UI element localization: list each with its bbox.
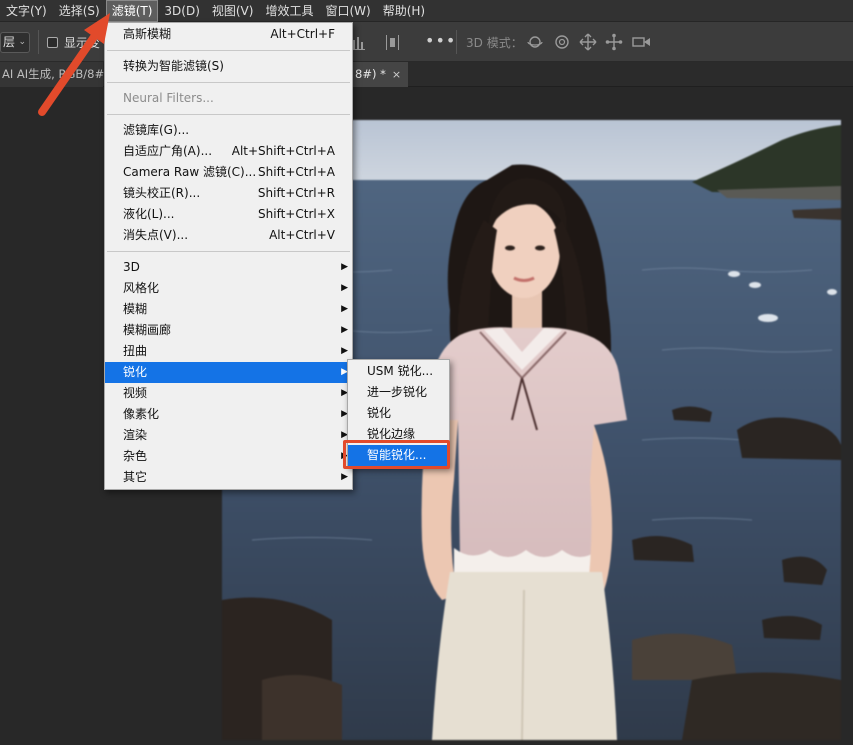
- menu-separator: [107, 251, 350, 252]
- menu-item-3d[interactable]: 3D ▶: [105, 257, 352, 278]
- menu-plugins[interactable]: 增效工具: [259, 0, 319, 22]
- submenu-arrow-icon: ▶: [341, 283, 348, 293]
- menu-item-blur-gallery[interactable]: 模糊画廊 ▶: [105, 320, 352, 341]
- menu-item-label: 锐化边缘: [367, 427, 416, 441]
- menu-item-label: Camera Raw 滤镜(C)...: [123, 165, 257, 179]
- submenu-item-sharpen-more[interactable]: 进一步锐化: [348, 382, 449, 403]
- menu-item-shortcut: Alt+Ctrl+F: [270, 27, 335, 41]
- menu-item-stylize[interactable]: 风格化 ▶: [105, 278, 352, 299]
- menu-item-convert-smart-filter[interactable]: 转换为智能滤镜(S): [105, 56, 352, 77]
- menu-item-video[interactable]: 视频 ▶: [105, 383, 352, 404]
- pan-3d-icon[interactable]: [579, 33, 597, 51]
- layer-select[interactable]: 层 ⌄: [0, 32, 30, 53]
- menu-item-filter-gallery[interactable]: 滤镜库(G)...: [105, 120, 352, 141]
- menu-item-label: 锐化: [367, 406, 392, 420]
- video-camera-3d-icon[interactable]: [631, 33, 651, 51]
- mode-3d-label: 3D 模式：: [466, 36, 523, 50]
- chevron-down-icon: ⌄: [18, 37, 26, 47]
- menu-item-noise[interactable]: 杂色 ▶: [105, 446, 352, 467]
- menu-item-label: 其它: [123, 470, 148, 484]
- menu-filter[interactable]: 滤镜(T): [105, 0, 159, 22]
- menu-item-label: 渲染: [123, 428, 148, 442]
- menu-item-neural-filters: Neural Filters...: [105, 88, 352, 109]
- submenu-arrow-icon: ▶: [341, 472, 348, 482]
- menu-select[interactable]: 选择(S): [53, 0, 106, 22]
- tab-label: AI AI生成, RGB/8#): [2, 67, 109, 81]
- menu-type[interactable]: 文字(Y): [0, 0, 53, 22]
- show-transform-label: 显示变: [64, 36, 101, 50]
- menu-item-camera-raw[interactable]: Camera Raw 滤镜(C)... Shift+Ctrl+A: [105, 162, 352, 183]
- filter-menu-dropdown: 高斯模糊 Alt+Ctrl+F 转换为智能滤镜(S) Neural Filter…: [104, 22, 353, 490]
- menu-item-label: 自适应广角(A)...: [123, 144, 213, 158]
- menu-item-label: 视频: [123, 386, 148, 400]
- submenu-item-sharpen[interactable]: 锐化: [348, 403, 449, 424]
- menu-item-label: 液化(L)...: [123, 207, 175, 221]
- menu-item-pixelate[interactable]: 像素化 ▶: [105, 404, 352, 425]
- close-icon[interactable]: ×: [392, 62, 401, 87]
- submenu-item-smart-sharpen[interactable]: 智能锐化...: [348, 445, 449, 466]
- menu-item-other[interactable]: 其它 ▶: [105, 467, 352, 488]
- menu-item-label: USM 锐化...: [367, 364, 434, 378]
- more-options-icon[interactable]: •••: [425, 31, 456, 50]
- menu-item-adaptive-wide-angle[interactable]: 自适应广角(A)... Alt+Shift+Ctrl+A: [105, 141, 352, 162]
- menu-3d[interactable]: 3D(D): [158, 0, 205, 22]
- sharpen-submenu: USM 锐化... 进一步锐化 锐化 锐化边缘 智能锐化...: [347, 359, 450, 468]
- distribute-bottom-icon[interactable]: [352, 34, 366, 50]
- divider: [38, 30, 39, 54]
- submenu-item-unsharp-mask[interactable]: USM 锐化...: [348, 361, 449, 382]
- menu-item-shortcut: Shift+Ctrl+A: [258, 165, 335, 179]
- menu-item-gaussian-blur[interactable]: 高斯模糊 Alt+Ctrl+F: [105, 24, 352, 45]
- submenu-arrow-icon: ▶: [341, 325, 348, 335]
- menu-item-label: 镜头校正(R)...: [123, 186, 201, 200]
- menu-item-label: 高斯模糊: [123, 27, 172, 41]
- menu-item-label: 进一步锐化: [367, 385, 428, 399]
- submenu-arrow-icon: ▶: [341, 262, 348, 272]
- menu-item-label: 消失点(V)...: [123, 228, 189, 242]
- menu-item-label: 模糊: [123, 302, 148, 316]
- menu-item-liquify[interactable]: 液化(L)... Shift+Ctrl+X: [105, 204, 352, 225]
- document-tab[interactable]: AI AI生成, RGB/8#): [0, 62, 109, 87]
- menu-window[interactable]: 窗口(W): [319, 0, 376, 22]
- menu-item-shortcut: Shift+Ctrl+R: [257, 186, 335, 200]
- submenu-item-sharpen-edges[interactable]: 锐化边缘: [348, 424, 449, 445]
- menu-item-blur[interactable]: 模糊 ▶: [105, 299, 352, 320]
- menu-help[interactable]: 帮助(H): [377, 0, 431, 22]
- menu-item-sharpen[interactable]: 锐化 ▶: [105, 362, 352, 383]
- menu-bar: 文字(Y) 选择(S) 滤镜(T) 3D(D) 视图(V) 增效工具 窗口(W)…: [0, 0, 853, 22]
- menu-item-label: 转换为智能滤镜(S): [123, 59, 224, 73]
- menu-separator: [107, 114, 350, 115]
- menu-item-shortcut: Alt+Shift+Ctrl+A: [231, 144, 335, 158]
- menu-item-label: 锐化: [123, 365, 148, 379]
- show-transform-checkbox[interactable]: [47, 37, 58, 48]
- divider: [456, 30, 457, 54]
- menu-item-label: 扭曲: [123, 344, 148, 358]
- menu-item-label: Neural Filters...: [123, 91, 214, 105]
- submenu-arrow-icon: ▶: [341, 304, 348, 314]
- distribute-horizontal-icon[interactable]: [386, 34, 400, 50]
- menu-item-label: 3D: [123, 260, 140, 274]
- roll-3d-icon[interactable]: [553, 33, 571, 51]
- menu-item-shortcut: Shift+Ctrl+X: [258, 207, 335, 221]
- menu-item-label: 模糊画廊: [123, 323, 172, 337]
- document-tab-active[interactable]: 8#) * ×: [352, 62, 408, 87]
- menu-item-label: 像素化: [123, 407, 160, 421]
- menu-item-label: 风格化: [123, 281, 160, 295]
- menu-item-vanishing-point[interactable]: 消失点(V)... Alt+Ctrl+V: [105, 225, 352, 246]
- orbit-3d-icon[interactable]: [526, 33, 544, 51]
- menu-item-label: 滤镜库(G)...: [123, 123, 190, 137]
- menu-separator: [107, 82, 350, 83]
- menu-view[interactable]: 视图(V): [206, 0, 260, 22]
- menu-item-label: 杂色: [123, 449, 148, 463]
- tab-label: 8#) *: [355, 67, 386, 81]
- menu-item-lens-correction[interactable]: 镜头校正(R)... Shift+Ctrl+R: [105, 183, 352, 204]
- menu-item-distort[interactable]: 扭曲 ▶: [105, 341, 352, 362]
- menu-item-label: 智能锐化...: [367, 448, 427, 462]
- slide-3d-icon[interactable]: [605, 33, 623, 51]
- menu-item-render[interactable]: 渲染 ▶: [105, 425, 352, 446]
- menu-separator: [107, 50, 350, 51]
- menu-item-shortcut: Alt+Ctrl+V: [269, 228, 335, 242]
- layer-select-value: 层: [3, 35, 16, 49]
